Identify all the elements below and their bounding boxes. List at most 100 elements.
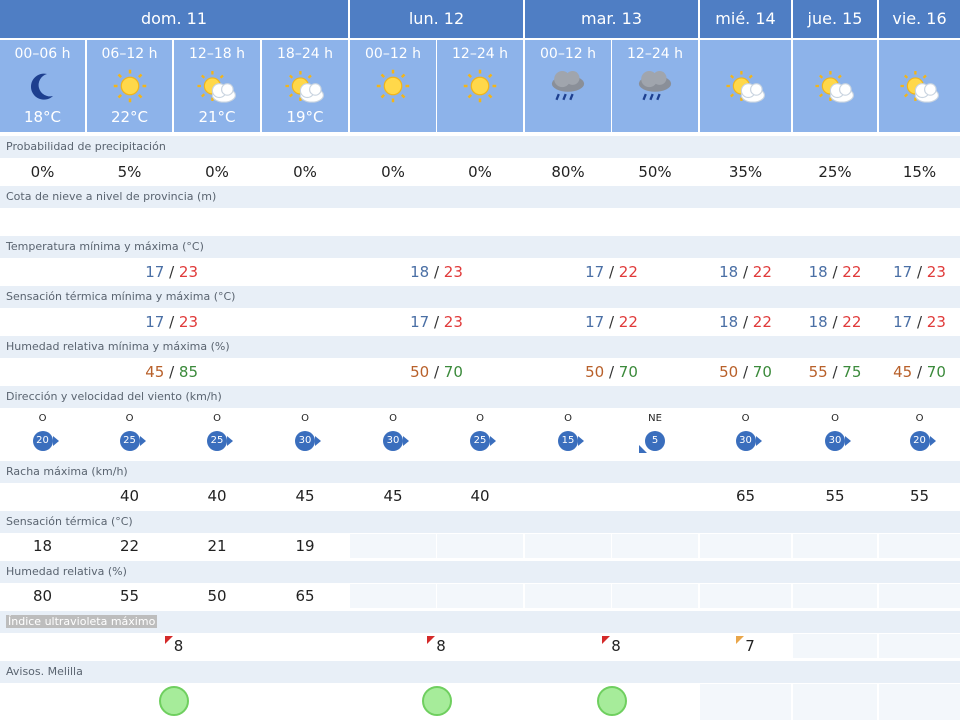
wind-direction: O	[125, 413, 134, 424]
wind-arrow-icon	[139, 436, 146, 446]
uv-flag-icon	[736, 636, 745, 644]
period-label	[793, 46, 877, 64]
feels-hourly-cell	[700, 534, 791, 558]
humidity-hourly-cell: 80	[0, 584, 85, 608]
wind-speed-icon: 30	[735, 431, 762, 451]
wind-direction: O	[38, 413, 47, 424]
wind-cell: O 25	[87, 409, 172, 459]
uv-flag-icon	[164, 636, 173, 644]
uv-cell	[793, 634, 877, 658]
uv-cell: 8	[0, 634, 348, 658]
period-label: 00–12 h	[540, 46, 596, 62]
section-warnings: Avisos. Melilla	[0, 661, 960, 683]
temp-range-cell: 17 / 23	[0, 260, 348, 284]
wind-speed-icon: 20	[909, 431, 936, 451]
humidity-range-cell: 45 / 70	[879, 360, 960, 384]
wind-cell: O 20	[879, 409, 960, 459]
period-column: 18–24 h 19°C	[262, 40, 348, 132]
temp-range-cell: 17 / 23	[879, 260, 960, 284]
period-label	[700, 46, 791, 64]
warning-cell	[879, 684, 960, 720]
section-gust: Racha máxima (km/h)	[0, 461, 960, 483]
wind-arrow-icon	[315, 436, 321, 446]
moon-icon	[0, 64, 85, 108]
period-column	[793, 40, 877, 132]
period-column	[700, 40, 791, 132]
sun-cloud-icon	[174, 64, 260, 108]
feels-range-cell: 18 / 22	[700, 310, 791, 334]
gust-cell	[525, 484, 611, 508]
feels-hourly-cell	[612, 534, 698, 558]
wind-speed-icon: 25	[470, 431, 496, 451]
section-precip: Probabilidad de precipitación	[0, 136, 960, 158]
temp-range-cell: 18 / 22	[700, 260, 791, 284]
wind-arrow-icon	[845, 436, 851, 446]
section-feels: Sensación térmica mínima y máxima (°C)	[0, 286, 960, 308]
period-column	[879, 40, 960, 132]
wind-arrow-icon	[403, 436, 409, 446]
section-feels-hourly: Sensación térmica (°C)	[0, 511, 960, 533]
precip-cell: 0%	[0, 160, 85, 184]
gust-cell: 45	[350, 484, 436, 508]
precip-cell: 0%	[174, 160, 260, 184]
section-uv: Índice ultravioleta máximo	[0, 611, 960, 633]
wind-cell: O 30	[700, 409, 791, 459]
humidity-hourly-cell: 55	[87, 584, 172, 608]
day-header-5: vie. 16	[879, 0, 960, 38]
wind-cell: O 30	[350, 409, 436, 459]
humidity-hourly-cell	[437, 584, 523, 608]
warning-cell[interactable]	[525, 684, 698, 720]
period-column: 00–12 h	[350, 40, 436, 132]
feels-hourly-cell: 21	[174, 534, 260, 558]
gust-cell: 40	[87, 484, 172, 508]
uv-flag-icon	[427, 636, 436, 644]
day-header-1: lun. 12	[350, 0, 523, 38]
snow-cell	[793, 210, 877, 234]
green-light-icon[interactable]	[596, 686, 627, 716]
wind-direction: O	[301, 413, 309, 424]
sun-cloud-icon	[793, 64, 877, 108]
wind-direction: NE	[648, 413, 662, 424]
feels-hourly-cell: 18	[0, 534, 85, 558]
green-light-icon[interactable]	[159, 686, 189, 716]
snow-cell	[437, 210, 523, 234]
feels-range-cell: 17 / 23	[879, 310, 960, 334]
sun-icon	[350, 64, 436, 108]
warning-cell[interactable]	[350, 684, 523, 720]
wind-cell: O 30	[793, 409, 877, 459]
warning-cell	[700, 684, 791, 720]
precip-cell: 5%	[87, 160, 172, 184]
precip-cell: 15%	[879, 160, 960, 184]
sun-icon	[437, 64, 523, 108]
period-label: 12–18 h	[189, 46, 245, 62]
warning-cell	[793, 684, 877, 720]
feels-range-cell: 18 / 22	[793, 310, 877, 334]
sun-icon	[87, 64, 172, 108]
feels-hourly-cell	[525, 534, 611, 558]
wind-direction: O	[831, 413, 839, 424]
wind-direction: O	[741, 413, 750, 424]
warning-cell[interactable]	[0, 684, 348, 720]
period-column: 00–12 h	[525, 40, 611, 132]
uv-cell: 7	[700, 634, 791, 658]
feels-range-cell: 17 / 23	[0, 310, 348, 334]
humidity-hourly-cell: 50	[174, 584, 260, 608]
feels-hourly-cell: 22	[87, 534, 172, 558]
gust-cell: 65	[700, 484, 791, 508]
temp-range-cell: 17 / 22	[525, 260, 698, 284]
humidity-range-cell: 50 / 70	[350, 360, 523, 384]
uv-flag-icon	[602, 636, 611, 644]
snow-cell	[525, 210, 611, 234]
period-label: 12–24 h	[627, 46, 683, 62]
wind-speed-icon: 30	[295, 431, 321, 451]
snow-cell	[700, 210, 791, 234]
humidity-range-cell: 55 / 75	[793, 360, 877, 384]
section-humidity: Humedad relativa mínima y máxima (%)	[0, 336, 960, 358]
green-light-icon[interactable]	[421, 686, 452, 716]
section-wind: Dirección y velocidad del viento (km/h)	[0, 386, 960, 408]
period-column: 06–12 h 22°C	[87, 40, 172, 132]
rain-cloud-icon	[525, 64, 611, 108]
day-header-0: dom. 11	[0, 0, 348, 38]
gust-cell	[0, 484, 85, 508]
humidity-range-cell: 50 / 70	[525, 360, 698, 384]
